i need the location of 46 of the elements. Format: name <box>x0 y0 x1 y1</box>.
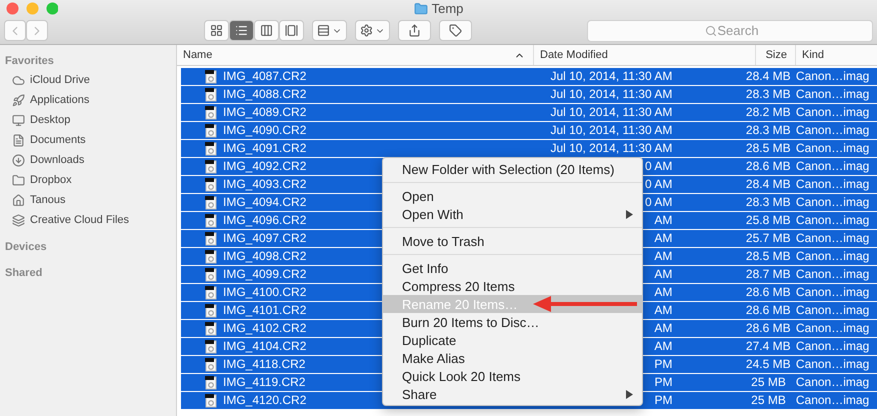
file-name: IMG_4087.CR2 <box>223 68 306 85</box>
date-modified: AM <box>654 284 672 301</box>
file-size: 25 MB <box>750 392 786 409</box>
file-name: IMG_4096.CR2 <box>223 212 306 229</box>
file-kind: Canon…imag <box>794 374 870 391</box>
sidebar-section-title: Favorites <box>4 54 55 69</box>
sidebar-section-title: Shared <box>4 266 44 281</box>
date-modified: AM <box>654 248 672 265</box>
date-modified: PM <box>654 374 673 391</box>
file-name: IMG_4120.CR2 <box>223 392 306 409</box>
file-kind: Canon…imag <box>794 392 870 409</box>
file-name: IMG_4099.CR2 <box>223 266 306 283</box>
date-modified: PM <box>654 356 672 373</box>
file-name: IMG_4104.CR2 <box>223 338 306 355</box>
date-modified: Jul 10, 2014, 11:30 AM <box>550 68 672 85</box>
file-name: IMG_4092.CR2 <box>223 158 306 175</box>
file-name: IMG_4118.CR2 <box>223 356 306 373</box>
file-name: IMG_4102.CR2 <box>223 320 306 337</box>
file-name: IMG_4090.CR2 <box>223 122 306 139</box>
date-modified: Jul 10, 2014, 11:30 AM <box>550 104 672 121</box>
window-title: Temp <box>432 1 464 16</box>
file-name: IMG_4101.CR2 <box>223 302 306 319</box>
file-name: IMG_4119.CR2 <box>223 374 306 391</box>
date-modified: 0 AM <box>644 194 672 211</box>
date-modified: Jul 10, 2014, 11:30 AM <box>550 122 672 139</box>
date-modified: Jul 10, 2014, 11:30 AM <box>550 86 672 103</box>
file-name: IMG_4091.CR2 <box>223 140 306 157</box>
date-modified: 0 AM <box>644 176 672 193</box>
date-modified: AM <box>654 338 672 355</box>
date-modified: AM <box>654 212 672 229</box>
date-modified: AM <box>654 266 672 283</box>
sidebar-section-title: Devices <box>4 240 48 255</box>
date-modified: Jul 10, 2014, 11:30 AM <box>550 140 672 157</box>
file-name: IMG_4093.CR2 <box>223 176 306 193</box>
file-size: 25 MB <box>750 374 786 391</box>
file-name: IMG_4097.CR2 <box>223 230 306 247</box>
file-name: IMG_4100.CR2 <box>223 284 306 301</box>
file-name: IMG_4088.CR2 <box>223 86 306 103</box>
date-modified: 0 AM <box>644 158 672 175</box>
date-modified: PM <box>654 392 673 409</box>
date-modified: AM <box>654 230 672 247</box>
date-modified: AM <box>654 320 672 337</box>
file-name: IMG_4094.CR2 <box>223 194 306 211</box>
file-name: IMG_4098.CR2 <box>223 248 306 265</box>
file-name: IMG_4089.CR2 <box>223 104 306 121</box>
date-modified: AM <box>654 302 672 319</box>
